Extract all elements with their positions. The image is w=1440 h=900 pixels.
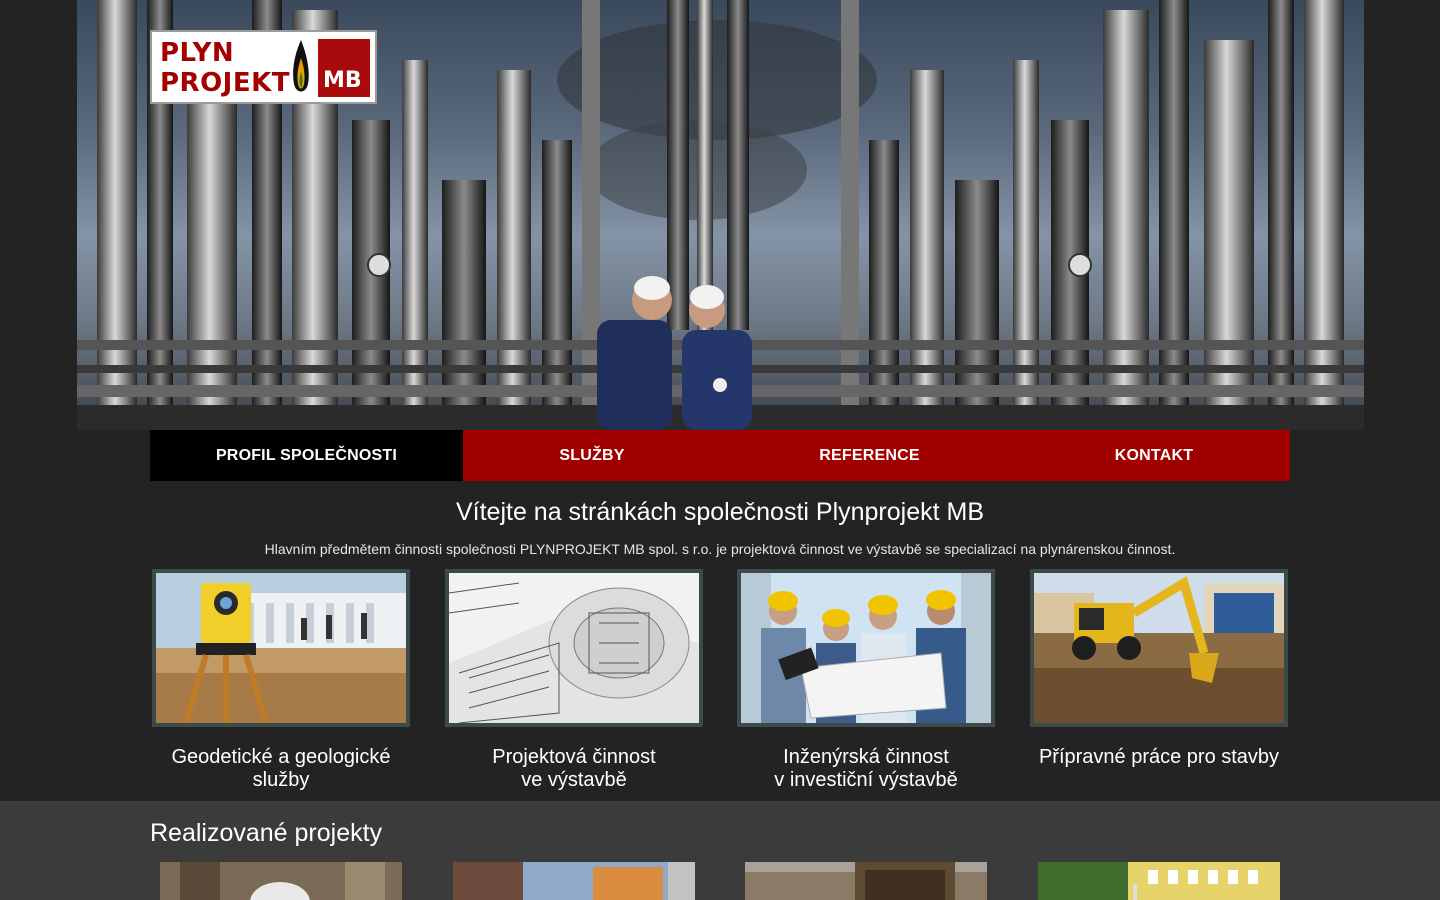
- service-image-blueprint: [449, 573, 699, 723]
- service-label-pripravne-line1: Přípravné práce pro stavby: [1038, 746, 1280, 768]
- project-thumbnail[interactable]: [453, 862, 695, 900]
- service-card-projekt[interactable]: [445, 569, 703, 727]
- main-navigation: PROFIL SPOLEČNOSTI SLUŽBY REFERENCE KONT…: [150, 430, 1290, 481]
- service-label-inzenyring-line2: v investiční výstavbě: [774, 769, 958, 791]
- service-label-geodetic-line1: Geodetické a geologické: [171, 746, 391, 768]
- service-label-projekt-line2: ve výstavbě: [521, 769, 627, 791]
- nav-item-kontakt[interactable]: KONTAKT: [1018, 430, 1290, 481]
- service-card-geodetic[interactable]: [152, 569, 410, 727]
- logo-badge-text: MB: [323, 68, 362, 93]
- project-thumbnail[interactable]: [1038, 862, 1280, 900]
- company-logo[interactable]: PLYN PROJEKT MB: [150, 30, 377, 104]
- nav-item-reference[interactable]: REFERENCE: [721, 430, 1018, 481]
- nav-item-sluzby[interactable]: SLUŽBY: [463, 430, 721, 481]
- service-label-inzenyring[interactable]: Inženýrská činnost v investiční výstavbě: [737, 746, 995, 792]
- nav-item-profil[interactable]: PROFIL SPOLEČNOSTI: [150, 430, 463, 481]
- service-card-pripravne[interactable]: [1030, 569, 1288, 727]
- service-label-projekt-line1: Projektová činnost: [492, 746, 656, 768]
- service-image-engineers: [741, 573, 991, 723]
- page: PLYN PROJEKT MB PROFIL SPOLEČNOSTI SLUŽB…: [0, 0, 1440, 900]
- service-image-excavator: [1034, 573, 1284, 723]
- logo-line-2: PROJEKT: [160, 68, 290, 98]
- hero-banner: PLYN PROJEKT MB: [77, 0, 1364, 430]
- service-label-projekt[interactable]: Projektová činnost ve výstavbě: [445, 746, 703, 792]
- service-label-geodetic-line2: služby: [252, 769, 310, 791]
- logo-badge: MB: [318, 39, 370, 97]
- welcome-text: Hlavním předmětem činnosti společnosti P…: [264, 541, 1176, 557]
- projects-title: Realizované projekty: [150, 819, 383, 847]
- project-thumbnail[interactable]: [160, 862, 402, 900]
- welcome-title: Vítejte na stránkách společnosti Plynpro…: [455, 498, 985, 526]
- flame-icon: [293, 40, 309, 92]
- service-label-geodetic[interactable]: Geodetické a geologické služby: [152, 746, 410, 792]
- project-thumbnail[interactable]: [745, 862, 987, 900]
- logo-text: PLYN PROJEKT: [160, 38, 290, 98]
- service-image-geodetic: [156, 573, 406, 723]
- logo-line-1: PLYN: [160, 38, 235, 68]
- service-label-inzenyring-line1: Inženýrská činnost: [783, 746, 949, 768]
- service-label-pripravne[interactable]: Přípravné práce pro stavby: [1030, 746, 1288, 769]
- service-card-inzenyring[interactable]: [737, 569, 995, 727]
